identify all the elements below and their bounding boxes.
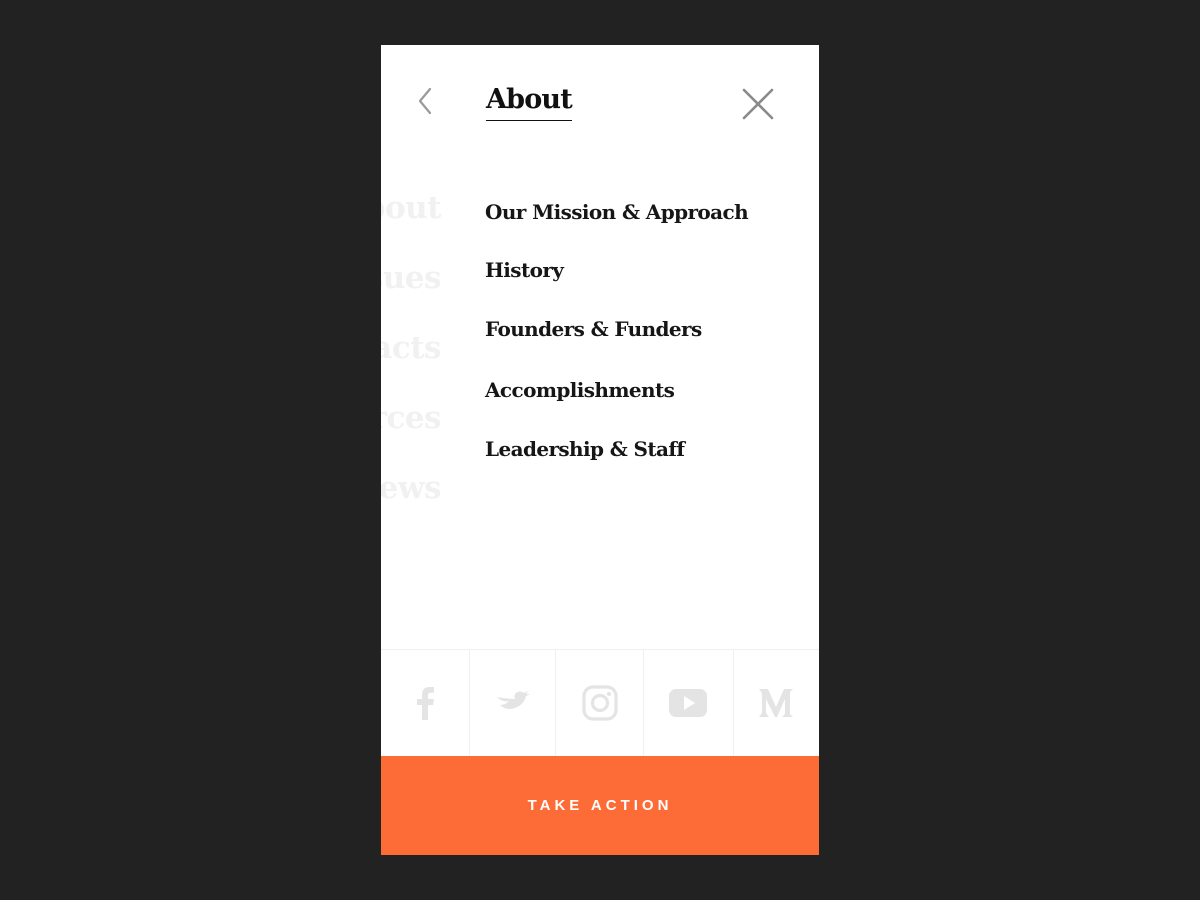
background-menu-item: Issues	[381, 260, 442, 296]
take-action-label: TAKE ACTION	[527, 797, 673, 814]
close-icon	[742, 88, 774, 120]
youtube-icon	[669, 689, 708, 717]
submenu-item-accomplishments[interactable]: Accomplishments	[485, 373, 675, 407]
youtube-link[interactable]	[644, 650, 734, 756]
menu-panel: About About Issues Impacts Resources New…	[381, 45, 819, 855]
social-links-bar	[381, 649, 819, 756]
submenu-item-history[interactable]: History	[485, 253, 564, 287]
medium-icon	[759, 689, 794, 717]
background-menu-item: Resources	[381, 400, 442, 436]
close-button[interactable]	[739, 85, 777, 123]
take-action-button[interactable]: TAKE ACTION	[381, 756, 819, 855]
twitter-icon	[496, 691, 530, 709]
background-menu-item: News	[381, 470, 442, 506]
background-main-menu: About Issues Impacts Resources News	[381, 183, 442, 533]
instagram-icon	[581, 685, 618, 721]
submenu-item-mission[interactable]: Our Mission & Approach	[485, 195, 749, 229]
back-button[interactable]	[411, 83, 439, 119]
facebook-link[interactable]	[381, 650, 471, 756]
submenu-item-leadership[interactable]: Leadership & Staff	[485, 432, 685, 466]
menu-header: About	[381, 45, 819, 165]
medium-link[interactable]	[734, 650, 819, 756]
twitter-link[interactable]	[470, 650, 557, 756]
facebook-icon	[417, 687, 435, 720]
chevron-left-icon	[418, 87, 432, 115]
background-menu-item: About	[381, 190, 442, 226]
instagram-link[interactable]	[556, 650, 644, 756]
background-menu-item: Impacts	[381, 330, 442, 366]
submenu-item-founders[interactable]: Founders & Funders	[485, 312, 702, 346]
page-title: About	[486, 81, 573, 121]
